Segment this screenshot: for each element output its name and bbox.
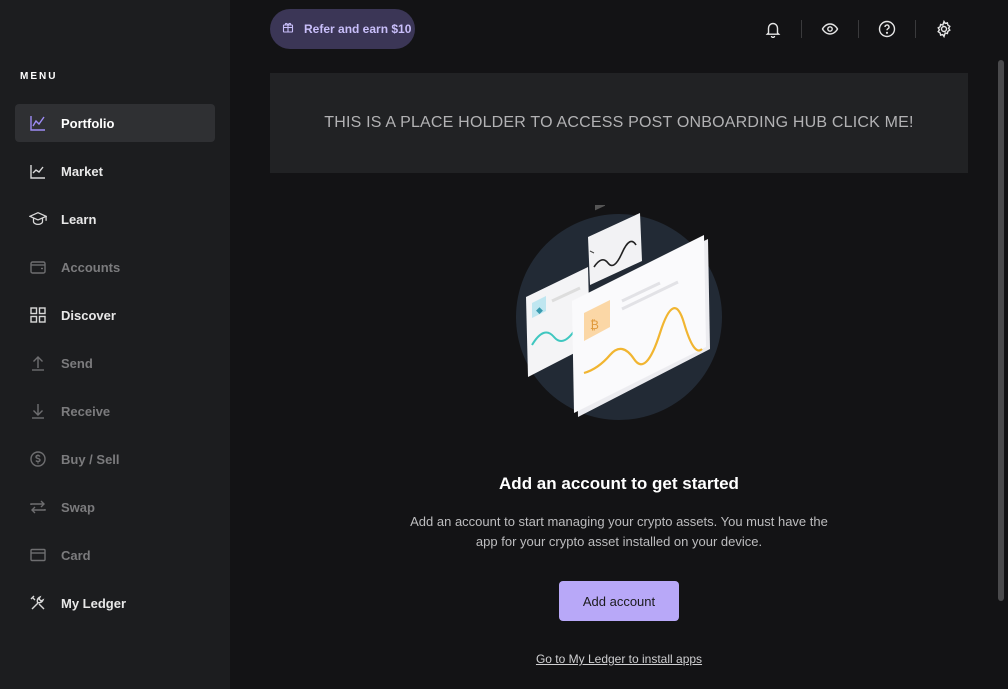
sidebar-item-learn[interactable]: Learn: [15, 200, 215, 238]
toolbar-divider: [801, 20, 802, 38]
chart-line-icon: [29, 114, 47, 132]
menu-label: MENU: [20, 71, 58, 82]
top-toolbar: [758, 14, 959, 44]
sidebar-item-swap[interactable]: Swap: [15, 488, 215, 526]
install-apps-link[interactable]: Go to My Ledger to install apps: [270, 652, 968, 666]
svg-text:₿: ₿: [590, 318, 599, 332]
sidebar-item-portfolio[interactable]: Portfolio: [15, 104, 215, 142]
scrollbar[interactable]: [998, 60, 1004, 601]
arrow-down-icon: [29, 402, 47, 420]
grid-icon: [29, 306, 47, 324]
sidebar-item-card[interactable]: Card: [15, 536, 215, 574]
onboarding-hub-banner[interactable]: THIS IS A PLACE HOLDER TO ACCESS POST ON…: [270, 73, 968, 173]
eye-icon[interactable]: [815, 14, 845, 44]
empty-state-title: Add an account to get started: [499, 474, 739, 493]
sidebar-item-label: Card: [61, 547, 91, 563]
arrow-up-icon: [29, 354, 47, 372]
sidebar-item-discover[interactable]: Discover: [15, 296, 215, 334]
settings-icon[interactable]: [929, 14, 959, 44]
help-icon[interactable]: [872, 14, 902, 44]
sidebar-item-label: Swap: [61, 499, 95, 515]
graduation-cap-icon: [29, 210, 47, 228]
toolbar-divider: [858, 20, 859, 38]
toolbar-divider: [915, 20, 916, 38]
trend-chart-icon: [29, 162, 47, 180]
gift-icon: [282, 20, 294, 38]
dollar-circle-icon: [29, 450, 47, 468]
add-account-button[interactable]: Add account: [559, 581, 679, 621]
wallet-icon: [29, 258, 47, 276]
swap-arrows-icon: [29, 498, 47, 516]
sidebar-item-market[interactable]: Market: [15, 152, 215, 190]
sidebar-item-send[interactable]: Send: [15, 344, 215, 382]
sidebar-item-label: Learn: [61, 211, 97, 227]
sidebar-item-label: Send: [61, 355, 93, 371]
refer-and-earn-label: Refer and earn $10: [304, 22, 412, 36]
tools-icon: [29, 594, 47, 612]
refer-and-earn-button[interactable]: Refer and earn $10: [270, 9, 415, 49]
sidebar-item-label: Portfolio: [61, 115, 115, 131]
sidebar-item-label: Market: [61, 163, 103, 179]
banner-text: THIS IS A PLACE HOLDER TO ACCESS POST ON…: [324, 114, 914, 131]
empty-state-illustration: ◆ ₿: [510, 195, 730, 430]
sidebar-item-label: Accounts: [61, 259, 121, 275]
sidebar-nav: Portfolio Market Learn Accounts Discover: [15, 104, 215, 632]
sidebar-item-label: Buy / Sell: [61, 451, 120, 467]
sidebar-item-accounts[interactable]: Accounts: [15, 248, 215, 286]
bell-icon[interactable]: [758, 14, 788, 44]
svg-text:◆: ◆: [536, 306, 543, 316]
sidebar-item-label: Receive: [61, 403, 111, 419]
sidebar-item-receive[interactable]: Receive: [15, 392, 215, 430]
sidebar-item-buy-sell[interactable]: Buy / Sell: [15, 440, 215, 478]
sidebar-item-label: Discover: [61, 307, 116, 323]
sidebar: MENU Portfolio Market Learn Accounts Dis…: [0, 0, 230, 689]
empty-state-description: Add an account to start managing your cr…: [410, 514, 828, 549]
credit-card-icon: [29, 546, 47, 564]
sidebar-item-label: My Ledger: [61, 595, 127, 611]
sidebar-item-my-ledger[interactable]: My Ledger: [15, 584, 215, 622]
